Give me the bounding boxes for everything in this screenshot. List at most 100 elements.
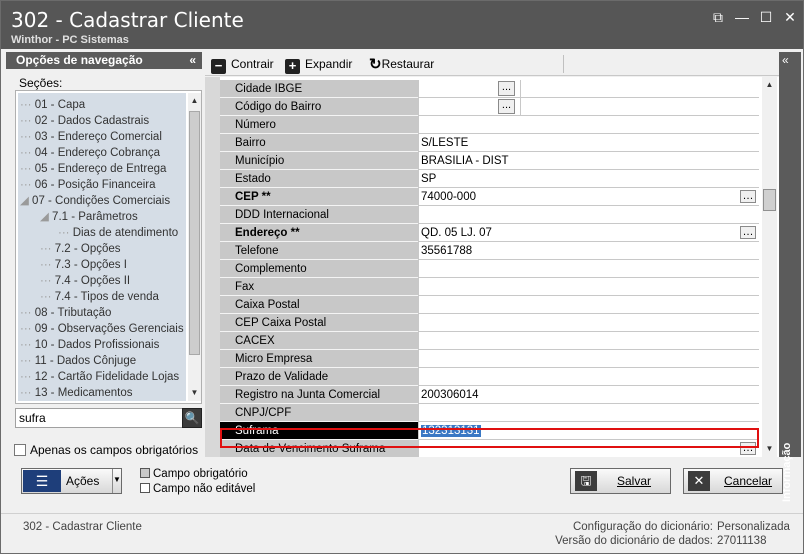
field-value[interactable]: S/LESTE [418, 134, 759, 152]
sidebar-item[interactable]: ··· Dias de atendimento [58, 225, 178, 241]
field-value[interactable]: 200306014 [418, 386, 759, 404]
sidebar-item[interactable]: ··· 09 - Observações Gerenciais [20, 321, 184, 337]
maximize-button[interactable]: ☐ [757, 9, 775, 25]
restore-window-button[interactable]: ⧉ [709, 9, 727, 25]
sidebar-item[interactable]: ◢ 07 - Condições Comerciais [20, 193, 170, 209]
field-value[interactable]: 35561788 [418, 242, 759, 260]
sidebar-item[interactable]: ··· 7.3 - Opções I [40, 257, 127, 273]
field-row[interactable]: Cidade IBGE... [220, 80, 764, 98]
section-search-input[interactable]: sufra [15, 408, 183, 428]
field-row[interactable]: Registro na Junta Comercial 200306014 [220, 386, 764, 404]
field-row[interactable]: CNPJ/CPF [220, 404, 764, 422]
tree-connector[interactable]: ◢ [20, 195, 32, 207]
scroll-up-icon[interactable]: ▲ [189, 95, 200, 107]
field-value[interactable] [418, 404, 759, 422]
sidebar-item[interactable]: ··· 7.4 - Opções II [40, 273, 130, 289]
sidebar-item[interactable]: ··· 10 - Dados Profissionais [20, 337, 159, 353]
field-row[interactable]: CEP ** 74000-000… [220, 188, 764, 206]
field-row[interactable]: Bairro S/LESTE [220, 134, 764, 152]
dict-config-value: Personalizada [717, 521, 790, 533]
field-value[interactable]: 74000-000 [418, 188, 759, 206]
field-value[interactable]: QD. 05 LJ. 07 [418, 224, 759, 242]
field-row[interactable]: Caixa Postal [220, 296, 764, 314]
close-button[interactable]: ✕ [781, 9, 799, 25]
sidebar-item[interactable]: ··· 05 - Endereço de Entrega [20, 161, 166, 177]
tree-scroll-thumb[interactable] [189, 111, 200, 355]
legend-required: Campo obrigatório [140, 468, 248, 480]
cancel-button[interactable]: ✕ Cancelar [683, 468, 783, 494]
sidebar-item[interactable]: ··· 7.4 - Tipos de venda [40, 289, 159, 305]
field-row[interactable]: Fax [220, 278, 764, 296]
field-row[interactable]: CEP Caixa Postal [220, 314, 764, 332]
field-value[interactable] [418, 350, 759, 368]
tree-connector[interactable]: ◢ [40, 211, 52, 223]
sidebar-item-label: 12 - Cartão Fidelidade Lojas [34, 371, 180, 383]
expand-button[interactable]: + Expandir [285, 55, 352, 74]
field-row[interactable]: Município BRASILIA - DIST [220, 152, 764, 170]
sidebar-item[interactable]: ··· 11 - Dados Cônjuge [20, 353, 136, 369]
restore-button[interactable]: ↻Restaurar [369, 55, 434, 73]
ellipsis-button[interactable]: … [740, 226, 756, 239]
cancel-icon: ✕ [688, 471, 710, 491]
suframa-highlight-box [220, 428, 759, 448]
field-value[interactable] [418, 332, 759, 350]
acoes-label: Ações [66, 474, 100, 488]
field-row[interactable]: Código do Bairro... [220, 98, 764, 116]
sidebar-item[interactable]: ◢ 7.1 - Parâmetros [40, 209, 138, 225]
field-value[interactable] [418, 278, 759, 296]
sidebar-item[interactable]: ··· 04 - Endereço Cobrança [20, 145, 160, 161]
collapse-button[interactable]: − Contrair [211, 55, 274, 74]
sidebar-item[interactable]: ··· 7.2 - Opções [40, 241, 121, 257]
field-row[interactable]: DDD Internacional [220, 206, 764, 224]
grid-scroll-down-icon[interactable]: ▼ [764, 443, 775, 455]
field-value[interactable] [418, 260, 759, 278]
save-button[interactable]: 🖫 Salvar [570, 468, 671, 494]
field-row[interactable]: Prazo de Validade [220, 368, 764, 386]
field-value[interactable] [418, 206, 759, 224]
collapse-nav-icon[interactable]: « [189, 52, 196, 69]
field-row[interactable]: Micro Empresa [220, 350, 764, 368]
field-value[interactable] [418, 368, 759, 386]
grid-scrollbar[interactable]: ▲ ▼ [762, 77, 777, 457]
sidebar-item[interactable]: ··· 03 - Endereço Comercial [20, 129, 162, 145]
tree-connector: ··· [20, 371, 35, 383]
field-row[interactable]: Endereço ** QD. 05 LJ. 07… [220, 224, 764, 242]
tree-connector: ··· [20, 307, 35, 319]
field-row[interactable]: Número [220, 116, 764, 134]
lookup-button[interactable]: ... [498, 81, 515, 96]
field-value[interactable] [418, 98, 759, 116]
field-row[interactable]: Estado SP [220, 170, 764, 188]
scroll-down-icon[interactable]: ▼ [189, 387, 200, 399]
field-row[interactable]: Telefone 35561788 [220, 242, 764, 260]
tree-scrollbar[interactable]: ▲ ▼ [188, 93, 201, 401]
sidebar-item[interactable]: ··· 08 - Tributação [20, 305, 111, 321]
lookup-button[interactable]: ... [498, 99, 515, 114]
sidebar-item[interactable]: ··· 02 - Dados Cadastrais [20, 113, 149, 129]
sidebar-item[interactable]: ··· 12 - Cartão Fidelidade Lojas [20, 369, 179, 385]
info-panel[interactable]: « Informação [779, 52, 801, 502]
grid-scroll-up-icon[interactable]: ▲ [764, 79, 775, 91]
ellipsis-button[interactable]: … [740, 190, 756, 203]
required-only-checkbox[interactable]: Apenas os campos obrigatórios [14, 443, 198, 457]
field-label: Cidade IBGE [220, 80, 418, 98]
minimize-button[interactable]: — [733, 9, 751, 25]
field-row[interactable]: CACEX [220, 332, 764, 350]
sidebar-item[interactable]: ··· 01 - Capa [20, 97, 85, 113]
field-value[interactable] [418, 116, 759, 134]
cell-divider [520, 80, 521, 98]
checkbox-box[interactable] [14, 444, 26, 456]
grid-scroll-thumb[interactable] [763, 189, 776, 211]
field-value[interactable] [418, 314, 759, 332]
expand-info-icon[interactable]: « [782, 53, 789, 67]
sidebar-item[interactable]: ··· 13 - Medicamentos [20, 385, 132, 401]
sidebar-item[interactable]: ··· 06 - Posição Financeira [20, 177, 156, 193]
field-value[interactable] [418, 80, 759, 98]
field-value[interactable]: SP [418, 170, 759, 188]
field-value[interactable] [418, 296, 759, 314]
acoes-button[interactable]: ☰ Ações ▼ [21, 468, 122, 494]
sidebar-item-label: 04 - Endereço Cobrança [34, 147, 160, 159]
field-row[interactable]: Complemento [220, 260, 764, 278]
search-icon[interactable]: 🔍 [182, 408, 202, 428]
acoes-dropdown-icon[interactable]: ▼ [112, 469, 121, 493]
field-value[interactable]: BRASILIA - DIST [418, 152, 759, 170]
